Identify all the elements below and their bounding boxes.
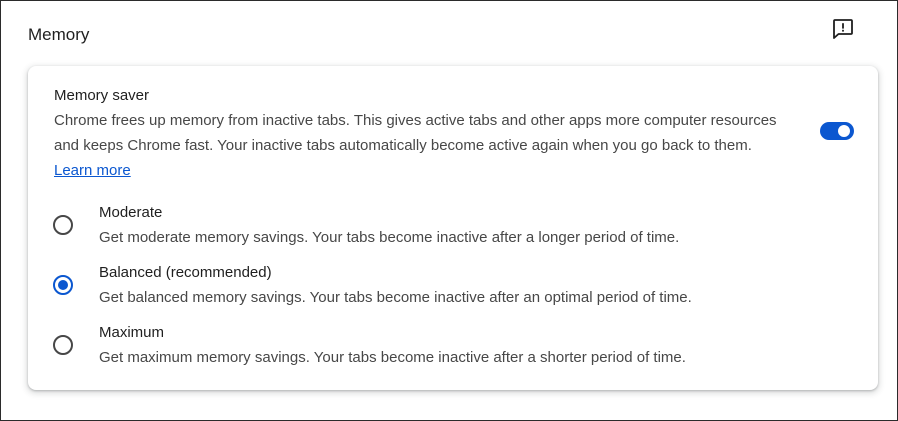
option-maximum[interactable]: Maximum Get maximum memory savings. Your…	[28, 322, 878, 378]
radio-maximum[interactable]	[53, 335, 73, 355]
option-label: Balanced (recommended)	[99, 264, 272, 281]
memory-saver-description: Chrome frees up memory from inactive tab…	[54, 108, 794, 183]
section-title: Memory	[28, 25, 90, 44]
option-description: Get moderate memory savings. Your tabs b…	[99, 229, 680, 246]
radio-balanced[interactable]	[53, 275, 73, 295]
option-label: Moderate	[99, 204, 163, 221]
feedback-button[interactable]	[830, 18, 856, 44]
memory-saver-toggle[interactable]	[820, 121, 854, 141]
feedback-icon	[831, 17, 855, 46]
option-description: Get maximum memory savings. Your tabs be…	[99, 349, 686, 366]
learn-more-link[interactable]: Learn more	[54, 162, 131, 179]
option-balanced[interactable]: Balanced (recommended) Get balanced memo…	[28, 262, 878, 318]
toggle-knob	[838, 125, 850, 137]
radio-selected-dot	[58, 280, 68, 290]
settings-frame: Memory Memory saver Chrome frees up memo…	[0, 0, 898, 421]
memory-saver-card: Memory saver Chrome frees up memory from…	[28, 66, 878, 390]
option-description: Get balanced memory savings. Your tabs b…	[99, 289, 692, 306]
radio-moderate[interactable]	[53, 215, 73, 235]
memory-saver-title: Memory saver	[54, 87, 150, 104]
option-label: Maximum	[99, 324, 165, 341]
option-moderate[interactable]: Moderate Get moderate memory savings. Yo…	[28, 202, 878, 258]
memory-saver-description-text: Chrome frees up memory from inactive tab…	[54, 112, 777, 154]
